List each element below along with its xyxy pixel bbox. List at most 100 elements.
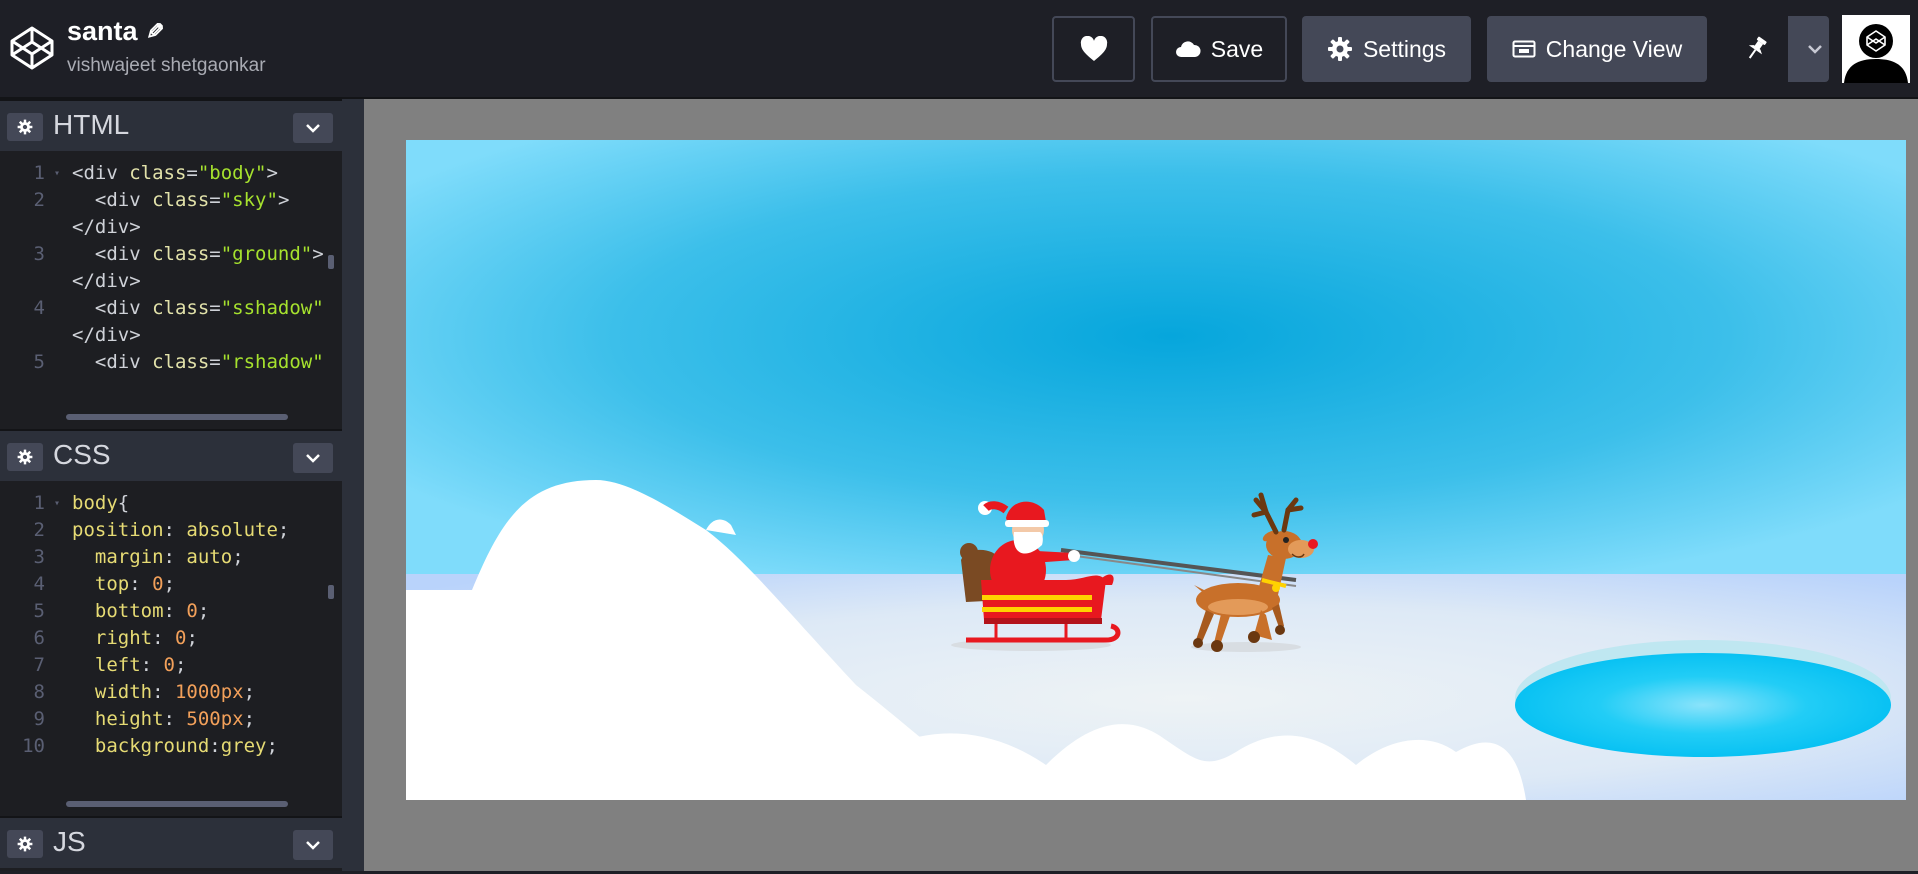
css-editor-title: CSS	[53, 439, 111, 470]
html-editor-header: HTML	[0, 99, 342, 151]
love-button[interactable]	[1052, 16, 1135, 82]
preview-pane	[364, 99, 1918, 874]
settings-button[interactable]: Settings	[1302, 16, 1471, 82]
code-token: =	[186, 162, 198, 184]
edit-pencil-icon[interactable]: ✎	[146, 19, 164, 45]
code-token: </div>	[72, 270, 141, 292]
code-token: :	[163, 600, 187, 622]
css-collapse-button[interactable]	[293, 443, 333, 473]
code-token: 0	[152, 573, 164, 595]
scene-illustration	[406, 140, 1906, 800]
pin-button[interactable]	[1723, 16, 1791, 82]
line-number: 4	[33, 297, 45, 319]
css-vertical-scrollbar[interactable]	[328, 585, 334, 599]
js-editor-header: JS	[0, 816, 342, 868]
pen-author[interactable]: vishwajeet shetgaonkar	[67, 55, 266, 77]
resize-divider[interactable]	[342, 99, 364, 874]
code-token: <div	[72, 162, 130, 184]
code-token: "body"	[197, 162, 267, 184]
gear-icon	[17, 449, 33, 465]
code-token: :	[163, 519, 187, 541]
css-horizontal-scrollbar[interactable]	[66, 801, 288, 807]
change-view-label: Change View	[1545, 35, 1683, 62]
code-token: :	[152, 627, 175, 649]
change-view-button[interactable]: Change View	[1487, 16, 1707, 82]
code-token: =	[209, 243, 221, 265]
layout-window-icon	[1512, 40, 1536, 58]
user-avatar[interactable]	[1842, 15, 1910, 83]
code-token: 0	[174, 627, 187, 649]
pin-dropdown[interactable]	[1800, 16, 1829, 82]
code-token: :	[163, 708, 187, 730]
chevron-down-icon	[1807, 45, 1822, 54]
js-editor-title: JS	[53, 826, 86, 857]
code-token: class	[152, 243, 210, 265]
html-collapse-button[interactable]	[293, 113, 333, 143]
reindeer-shadow	[1191, 642, 1301, 652]
code-token: :	[209, 735, 221, 757]
code-token: "rshadow"	[220, 351, 324, 373]
santa-scene	[406, 140, 1906, 800]
code-token: <div	[72, 297, 153, 319]
pen-title[interactable]: santa ✎	[67, 16, 164, 47]
js-settings-button[interactable]	[7, 830, 43, 858]
code-token: :	[163, 546, 187, 568]
code-text: <div class="rshadow"	[72, 346, 324, 379]
code-token: "ground"	[220, 243, 313, 265]
gear-icon	[1327, 37, 1352, 61]
code-token: class	[129, 162, 187, 184]
code-token: </div>	[72, 216, 141, 238]
line-number: 2	[33, 189, 45, 211]
code-token: class	[152, 297, 210, 319]
code-token: :	[152, 681, 175, 703]
html-code-area[interactable]: 1 ▾ <div class="body"> 2 <div class="sky"> <…	[0, 157, 342, 427]
chevron-down-icon	[306, 124, 320, 133]
css-settings-button[interactable]	[7, 443, 43, 471]
css-code-area[interactable]: 1 ▾ body{2 position: absolute; 3 margin: aut…	[0, 487, 342, 815]
code-token: position	[72, 519, 164, 541]
save-button[interactable]: Save	[1151, 16, 1287, 82]
js-collapse-button[interactable]	[293, 830, 333, 860]
code-token: grey	[220, 735, 267, 757]
css-editor-header: CSS	[0, 429, 342, 481]
pin-button-group	[1723, 16, 1829, 82]
code-token: margin	[94, 546, 164, 568]
code-token: ;	[186, 627, 198, 649]
code-token: ;	[232, 546, 244, 568]
code-token: height	[94, 708, 164, 730]
editors-column: HTML 1 ▾ <div class="body"> 2 <div class="s…	[0, 99, 342, 874]
top-bar: santa ✎ vishwajeet shetgaonkar Save Sett…	[0, 0, 1918, 97]
code-token: =	[209, 189, 221, 211]
code-token: absolute	[186, 519, 278, 541]
pen-title-text[interactable]: santa	[67, 16, 138, 47]
code-token: class	[152, 189, 210, 211]
code-token: ;	[197, 600, 210, 622]
code-text: background:grey;	[72, 730, 278, 763]
fold-arrow-icon[interactable]: ▾	[54, 157, 60, 190]
code-token: "sky"	[220, 189, 278, 211]
html-vertical-scrollbar[interactable]	[328, 255, 334, 269]
settings-label: Settings	[1362, 35, 1447, 62]
html-horizontal-scrollbar[interactable]	[66, 414, 288, 420]
code-token: =	[209, 297, 221, 319]
code-token: background	[94, 735, 210, 757]
code-token: ;	[243, 681, 256, 703]
codepen-logo-icon[interactable]	[8, 24, 56, 72]
html-settings-button[interactable]	[7, 113, 43, 141]
code-token: top	[94, 573, 130, 595]
html-editor-title: HTML	[53, 109, 130, 140]
code-token: >	[312, 243, 324, 265]
gear-icon	[17, 836, 33, 852]
code-token: right	[94, 627, 153, 649]
code-token: bottom	[94, 600, 164, 622]
gear-icon	[17, 119, 33, 135]
code-token: ;	[277, 519, 290, 541]
fold-arrow-icon[interactable]: ▾	[54, 487, 60, 520]
code-token: left	[94, 654, 141, 676]
